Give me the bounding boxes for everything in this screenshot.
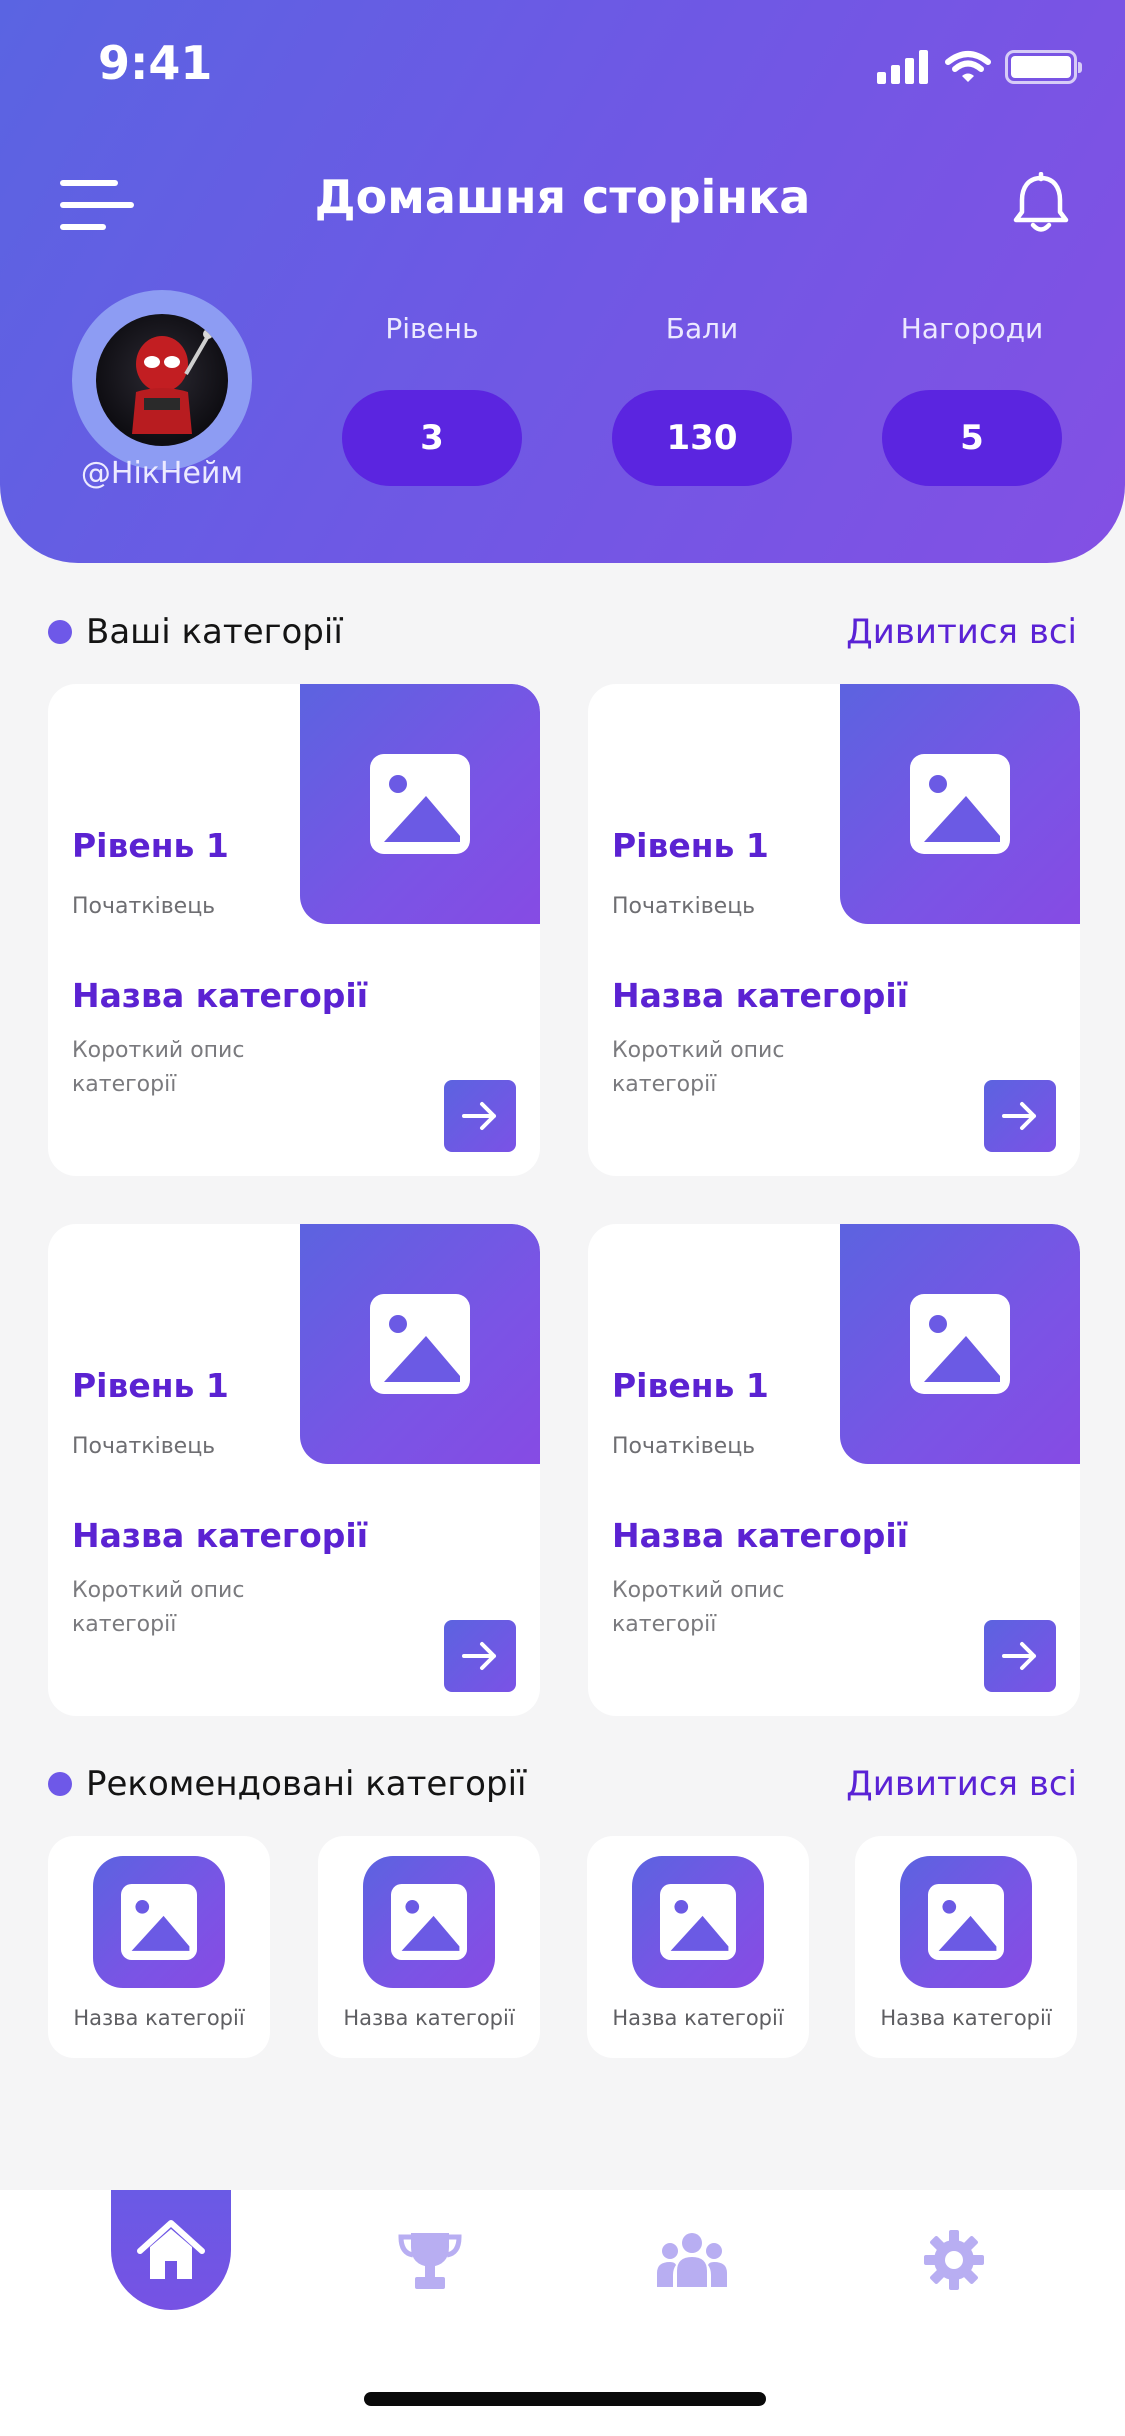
section-title: Ваші категорії [48,612,343,652]
bullet-dot [48,1772,72,1796]
card-level: Рівень 1 [612,826,769,865]
arrow-right-icon [462,1102,496,1130]
category-card[interactable]: Рівень 1 Початківець Назва категорії Кор… [588,684,1080,1176]
image-placeholder-icon [370,754,470,854]
battery-icon [1005,50,1082,84]
home-indicator[interactable] [364,2392,766,2406]
section-title: Рекомендовані категорії [48,1764,526,1804]
image-placeholder-icon [660,1884,736,1960]
card-title: Назва категорії [72,976,369,1015]
stat-value: 5 [882,390,1062,486]
trophy-icon [398,2233,462,2289]
home-icon [137,2220,205,2279]
card-rank: Початківець [612,1434,756,1459]
card-title: Назва категорії [612,1516,909,1555]
arrow-right-icon [1002,1102,1036,1130]
nav-community[interactable] [652,2220,732,2300]
image-placeholder-icon [391,1884,467,1960]
card-title: Назва категорії [612,976,909,1015]
cellular-signal-icon [877,50,928,84]
bullet-dot [48,620,72,644]
category-thumbnail [840,1224,1080,1464]
image-placeholder-icon [928,1884,1004,1960]
stat-label: Рівень [385,312,479,345]
category-card[interactable]: Рівень 1 Початківець Назва категорії Кор… [48,684,540,1176]
section-title-text: Ваші категорії [86,612,343,652]
stat-label: Нагороди [900,312,1044,345]
card-level: Рівень 1 [72,1366,229,1405]
card-rank: Початківець [72,894,216,919]
section-title-text: Рекомендовані категорії [86,1764,527,1804]
recommended-header: Рекомендовані категорії Дивитися всі [48,1764,1077,1804]
category-card[interactable]: Рівень 1 Початківець Назва категорії Кор… [588,1224,1080,1716]
open-category-button[interactable] [444,1080,516,1152]
menu-button[interactable] [60,178,134,232]
open-category-button[interactable] [984,1080,1056,1152]
recommended-category[interactable]: Назва категорії [48,1836,270,2058]
wifi-icon [945,51,991,82]
image-placeholder-icon [910,1294,1010,1394]
arrow-right-icon [462,1642,496,1670]
notifications-button[interactable] [1008,171,1074,238]
people-icon [657,2233,727,2287]
card-title: Назва категорії [72,1516,369,1555]
card-description: Короткий опис категорії [612,1578,785,1637]
category-card[interactable]: Рівень 1 Початківець Назва категорії Кор… [48,1224,540,1716]
card-rank: Початківець [612,894,756,919]
category-thumbnail [300,684,540,924]
open-category-button[interactable] [984,1620,1056,1692]
bell-icon [1013,171,1069,232]
page-title: Домашня сторінка [314,170,811,224]
status-icons [877,50,1082,84]
stat-value: 3 [342,390,522,486]
recommended-label: Назва категорії [612,2006,784,2030]
nav-settings[interactable] [914,2220,994,2300]
card-description: Короткий опис категорії [72,1038,245,1097]
category-thumbnail [300,1224,540,1464]
your-categories-header: Ваші категорії Дивитися всі [48,612,1077,652]
category-thumbnail [900,1856,1032,1988]
see-all-link[interactable]: Дивитися всі [846,1764,1077,1804]
category-thumbnail [840,684,1080,924]
image-placeholder-icon [121,1884,197,1960]
header: 9:41 Домашня сторінка @НікНейм Рівень 3 … [0,0,1125,563]
avatar[interactable] [72,290,252,470]
card-level: Рівень 1 [612,1366,769,1405]
stat-label: Бали [665,312,739,345]
category-thumbnail [363,1856,495,1988]
card-description: Короткий опис категорії [72,1578,245,1637]
category-thumbnail [93,1856,225,1988]
nav-home[interactable] [111,2190,231,2310]
nickname: @НікНейм [80,456,244,491]
gear-icon [924,2230,984,2290]
card-level: Рівень 1 [72,826,229,865]
image-placeholder-icon [370,1294,470,1394]
stat-awards: Нагороди 5 [882,312,1062,486]
arrow-right-icon [1002,1642,1036,1670]
stat-value: 130 [612,390,792,486]
recommended-category[interactable]: Назва категорії [587,1836,809,2058]
recommended-label: Назва категорії [73,2006,245,2030]
stat-level: Рівень 3 [342,312,522,486]
status-time: 9:41 [98,36,213,90]
see-all-link[interactable]: Дивитися всі [846,612,1077,652]
card-description: Короткий опис категорії [612,1038,785,1097]
nav-achievements[interactable] [390,2220,470,2300]
recommended-category[interactable]: Назва категорії [855,1836,1077,2058]
open-category-button[interactable] [444,1620,516,1692]
recommended-category[interactable]: Назва категорії [318,1836,540,2058]
card-rank: Початківець [72,1434,216,1459]
recommended-label: Назва категорії [880,2006,1052,2030]
stat-points: Бали 130 [612,312,792,486]
category-thumbnail [632,1856,764,1988]
image-placeholder-icon [910,754,1010,854]
avatar-image [96,314,228,446]
recommended-label: Назва категорії [343,2006,515,2030]
